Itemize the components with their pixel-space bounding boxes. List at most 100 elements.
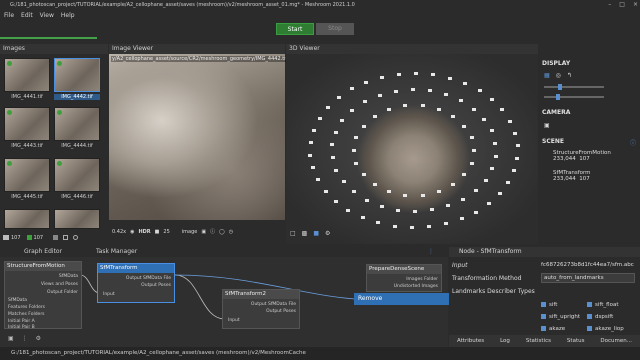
- camera-marker[interactable]: [341, 180, 346, 184]
- camera-marker[interactable]: [459, 217, 464, 221]
- menu-icon[interactable]: ⋮: [22, 335, 28, 342]
- port-in[interactable]: Input: [228, 318, 240, 323]
- camera-marker[interactable]: [354, 136, 359, 140]
- camera-marker[interactable]: [462, 173, 467, 177]
- hdr-label[interactable]: HDR: [138, 229, 150, 235]
- camera-marker[interactable]: [326, 105, 331, 109]
- camera-marker[interactable]: [482, 117, 487, 121]
- menu-file[interactable]: File: [4, 12, 14, 19]
- camera-marker[interactable]: [497, 192, 502, 196]
- camera-marker[interactable]: [334, 199, 338, 203]
- camera-marker[interactable]: [413, 209, 418, 213]
- start-button[interactable]: Start: [276, 23, 314, 35]
- port-in[interactable]: Initial Pair B: [8, 325, 35, 330]
- camera-marker[interactable]: [308, 141, 313, 144]
- port-out[interactable]: Images Folder: [406, 277, 438, 282]
- camera-marker[interactable]: [330, 143, 335, 147]
- camera-marker[interactable]: [380, 75, 385, 79]
- port-out[interactable]: Output SfMData File: [126, 276, 171, 281]
- camera-marker[interactable]: [506, 181, 511, 185]
- camera-marker[interactable]: [443, 222, 448, 226]
- slider-1[interactable]: [544, 84, 604, 90]
- camera-marker[interactable]: [447, 76, 452, 80]
- thumb-7[interactable]: [4, 209, 50, 229]
- camera-marker[interactable]: [372, 183, 377, 186]
- camera-marker[interactable]: [515, 156, 520, 160]
- axis-icon[interactable]: ↰: [567, 72, 572, 79]
- check-sift-float[interactable]: sift_float: [587, 302, 619, 308]
- thumb-8[interactable]: [54, 209, 100, 229]
- tab-log[interactable]: Log: [500, 338, 510, 344]
- camera-marker[interactable]: [472, 149, 476, 152]
- node-prepare-dense-scene[interactable]: PrepareDenseScene Images Folder Undistor…: [366, 264, 442, 292]
- camera-marker[interactable]: [330, 156, 335, 160]
- check-akaze[interactable]: akaze: [541, 326, 565, 332]
- camera-marker[interactable]: [493, 154, 498, 158]
- camera-marker[interactable]: [377, 93, 382, 97]
- camera-marker[interactable]: [387, 108, 392, 112]
- fit-icon[interactable]: ▣: [8, 335, 14, 342]
- camera-marker[interactable]: [500, 108, 505, 112]
- camera-marker[interactable]: [451, 114, 456, 118]
- info-icon[interactable]: ⓘ: [630, 138, 636, 147]
- thumb-5[interactable]: [4, 158, 50, 192]
- camera-marker[interactable]: [392, 224, 397, 228]
- info-icon[interactable]: ⓘ: [210, 228, 215, 235]
- thumb-2[interactable]: [54, 58, 100, 92]
- camera-marker[interactable]: [403, 193, 408, 197]
- node-structure-from-motion[interactable]: StructureFromMotion SfMData Views and Po…: [4, 261, 82, 330]
- stop-button[interactable]: Stop: [316, 23, 354, 35]
- menu-view[interactable]: View: [40, 12, 54, 19]
- camera-marker[interactable]: [333, 130, 338, 134]
- camera-marker[interactable]: [489, 129, 494, 133]
- camera-marker[interactable]: [308, 153, 313, 157]
- camera-marker[interactable]: [350, 108, 355, 112]
- camera-marker[interactable]: [396, 208, 401, 212]
- camera-marker[interactable]: [436, 108, 441, 112]
- camera-marker[interactable]: [352, 149, 356, 152]
- camera-marker[interactable]: [459, 99, 464, 103]
- color-icon[interactable]: ◉: [130, 229, 134, 235]
- wireframe-icon[interactable]: ■: [313, 230, 319, 237]
- camera-marker[interactable]: [420, 193, 425, 197]
- node-sfm-transform2[interactable]: SfMTransform2 Output SfMData File Output…: [222, 289, 300, 329]
- view-mode[interactable]: image: [182, 229, 198, 235]
- viewer-image[interactable]: [109, 54, 285, 220]
- thumb-4[interactable]: [54, 107, 100, 141]
- list-icon[interactable]: [63, 235, 69, 240]
- camera-marker[interactable]: [414, 72, 419, 76]
- node-sfm-transform[interactable]: SfMTransform Output SfMData File Output …: [97, 263, 175, 303]
- check-sift-upright[interactable]: sift_upright: [541, 314, 580, 320]
- camera-marker[interactable]: [462, 124, 467, 128]
- camera-marker[interactable]: [379, 205, 384, 209]
- context-menu-remove[interactable]: Remove: [354, 293, 452, 305]
- thumb-3[interactable]: [4, 107, 50, 141]
- camera-marker[interactable]: [361, 124, 366, 128]
- gear-icon[interactable]: ⚙: [36, 335, 41, 342]
- port-out[interactable]: Output Poses: [141, 283, 171, 288]
- camera-marker[interactable]: [474, 210, 479, 214]
- port-in[interactable]: Features Folders: [8, 305, 45, 310]
- box-icon[interactable]: □: [290, 230, 296, 237]
- camera-marker[interactable]: [393, 89, 398, 93]
- camera-marker[interactable]: [409, 225, 414, 229]
- check-akaze-liop[interactable]: akaze_liop: [587, 326, 624, 332]
- camera-marker[interactable]: [513, 131, 518, 135]
- camera-marker[interactable]: [315, 178, 320, 182]
- tab-documentation[interactable]: Documen...: [600, 338, 632, 344]
- camera-marker[interactable]: [512, 169, 517, 173]
- camera-marker[interactable]: [451, 183, 456, 186]
- attr-value-input[interactable]: fc68726273b8d1fc44ea7/sfm.abc: [541, 262, 634, 268]
- grid-icon[interactable]: ▦: [544, 72, 550, 79]
- camera-marker[interactable]: [387, 189, 392, 193]
- port-out[interactable]: Views and Poses: [41, 282, 78, 287]
- 3d-canvas[interactable]: [286, 54, 538, 244]
- camera-marker[interactable]: [354, 161, 359, 165]
- camera-marker[interactable]: [461, 197, 466, 201]
- camera-marker[interactable]: [403, 104, 408, 108]
- camera-marker[interactable]: [346, 208, 351, 212]
- camera-marker[interactable]: [463, 82, 468, 86]
- camera-icon[interactable]: ▣: [544, 122, 550, 129]
- menu-help[interactable]: Help: [61, 12, 75, 19]
- port-out[interactable]: Output Folder: [47, 290, 78, 295]
